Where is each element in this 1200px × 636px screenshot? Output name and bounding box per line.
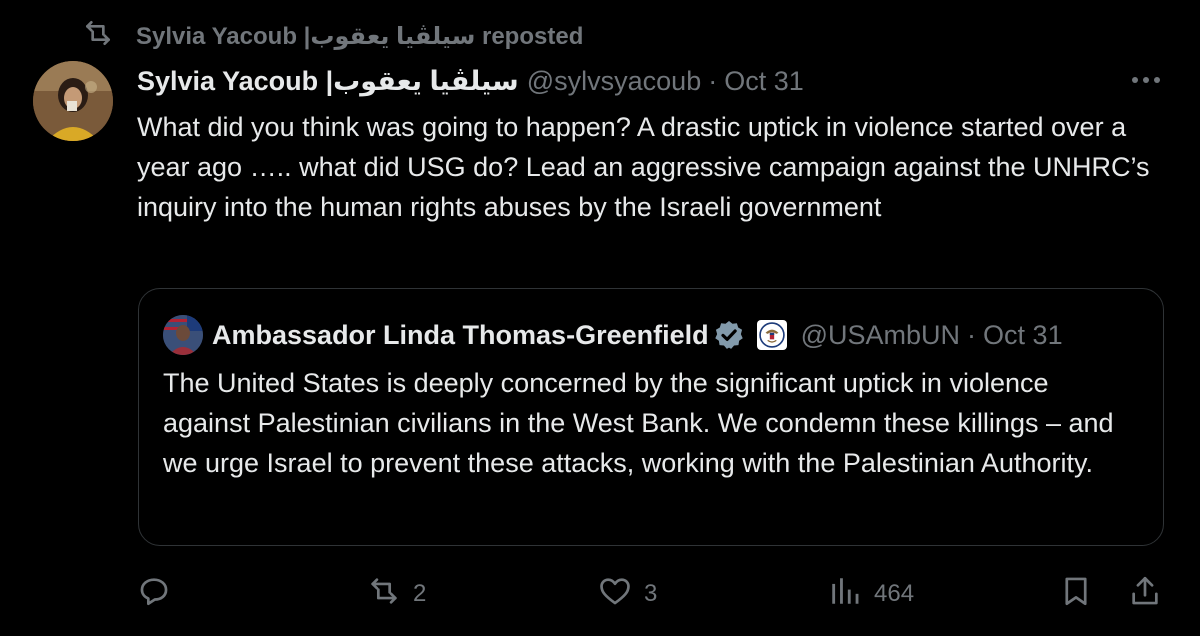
- separator: ·: [708, 65, 718, 96]
- author-handle[interactable]: @sylvsyacoub: [527, 66, 701, 97]
- quoted-tweet[interactable]: Ambassador Linda Thomas-Greenfield @USAm…: [138, 288, 1164, 546]
- quoted-author-name[interactable]: Ambassador Linda Thomas-Greenfield: [212, 320, 709, 351]
- government-seal-icon: [756, 320, 787, 350]
- repost-icon: [82, 17, 114, 56]
- share-icon: [1128, 574, 1162, 615]
- views-count: 464: [874, 580, 915, 607]
- tweet-date[interactable]: Oct 31: [724, 66, 804, 97]
- tweet-text: What did you think was going to happen? …: [137, 112, 1150, 222]
- repost-icon: [367, 574, 401, 615]
- share-button[interactable]: [1128, 572, 1162, 616]
- repost-button[interactable]: 2: [367, 572, 426, 616]
- quoted-tweet-text: The United States is deeply concerned by…: [163, 368, 1114, 478]
- tweet-header: Sylvia Yacoub |سيلڤيا يعقوب @sylvsyacoub…: [137, 61, 804, 101]
- reply-button[interactable]: [137, 572, 183, 616]
- bookmark-icon: [1059, 574, 1093, 615]
- quoted-tweet-date[interactable]: Oct 31: [983, 320, 1063, 351]
- like-button[interactable]: 3: [598, 572, 657, 616]
- separator: ·: [967, 319, 977, 350]
- quoted-avatar: [163, 315, 203, 355]
- more-icon: [1131, 71, 1161, 89]
- heart-icon: [598, 574, 632, 615]
- repost-indicator[interactable]: Sylvia Yacoub |سيلڤيا يعقوب reposted: [82, 20, 583, 52]
- views-button[interactable]: 464: [828, 572, 914, 616]
- avatar[interactable]: [33, 61, 113, 141]
- repost-label: Sylvia Yacoub |سيلڤيا يعقوب reposted: [136, 22, 584, 50]
- like-count: 3: [644, 580, 658, 607]
- repost-count: 2: [413, 580, 427, 607]
- reply-icon: [137, 574, 171, 615]
- more-options-button[interactable]: [1128, 62, 1164, 98]
- verified-badge-icon: [713, 319, 745, 351]
- author-name[interactable]: Sylvia Yacoub |سيلڤيا يعقوب: [137, 66, 519, 97]
- quoted-author-handle[interactable]: @USAmbUN: [801, 320, 960, 351]
- bookmark-button[interactable]: [1059, 572, 1093, 616]
- views-icon: [828, 574, 862, 615]
- quoted-tweet-header: Ambassador Linda Thomas-Greenfield @USAm…: [163, 315, 1153, 355]
